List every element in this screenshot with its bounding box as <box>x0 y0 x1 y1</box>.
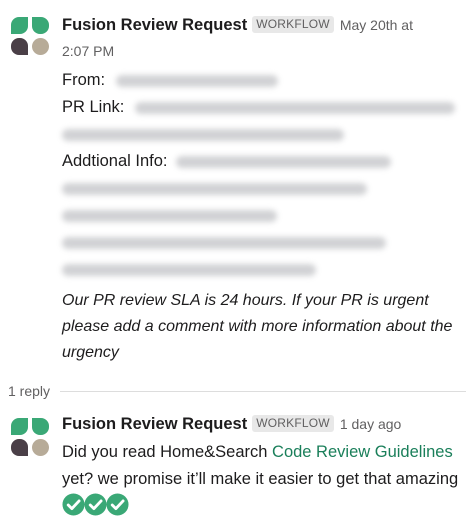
code-review-guidelines-link[interactable]: Code Review Guidelines <box>272 443 453 461</box>
reply-count-link[interactable]: 1 reply <box>8 383 50 399</box>
message-text: yet? we promise it’ll make it easier to … <box>62 470 459 488</box>
sla-note: Our PR review SLA is 24 hours. If your P… <box>62 292 453 361</box>
redacted-value <box>62 209 277 222</box>
workflow-message: Fusion Review Request WORKFLOW May 20th at… <box>0 0 471 375</box>
message-timestamp[interactable]: 1 day ago <box>340 416 402 432</box>
sender-name[interactable]: Fusion Review Request <box>62 16 247 34</box>
workflow-app-avatar-icon[interactable] <box>8 14 52 58</box>
white-check-mark-icon <box>106 493 129 516</box>
workflow-app-avatar-icon[interactable] <box>8 415 52 459</box>
thread-replies-bar: 1 reply <box>8 380 466 402</box>
redacted-value <box>115 74 278 87</box>
field-label-pr-link: PR Link: <box>62 98 125 116</box>
reply-message-text: Did you read Home&Search Code Review Gui… <box>62 439 467 520</box>
message-timestamp[interactable]: May 20th at <box>340 17 413 33</box>
redacted-value <box>134 101 455 114</box>
redacted-value <box>62 128 344 141</box>
redacted-value <box>62 182 367 195</box>
field-label-from: From: <box>62 71 106 89</box>
workflow-badge: WORKFLOW <box>252 415 334 432</box>
redacted-value <box>62 236 386 249</box>
thread-divider <box>60 390 466 392</box>
redacted-value <box>176 155 392 168</box>
workflow-badge: WORKFLOW <box>252 16 334 33</box>
white-check-mark-icon <box>62 493 85 516</box>
message-timestamp-continued[interactable]: 2:07 PM <box>62 40 114 62</box>
redacted-value <box>62 263 316 276</box>
white-check-mark-icon <box>84 493 107 516</box>
message-text: Did you read Home&Search <box>62 443 273 461</box>
field-label-additional-info: Addtional Info: <box>62 152 168 170</box>
sender-name[interactable]: Fusion Review Request <box>62 415 247 433</box>
